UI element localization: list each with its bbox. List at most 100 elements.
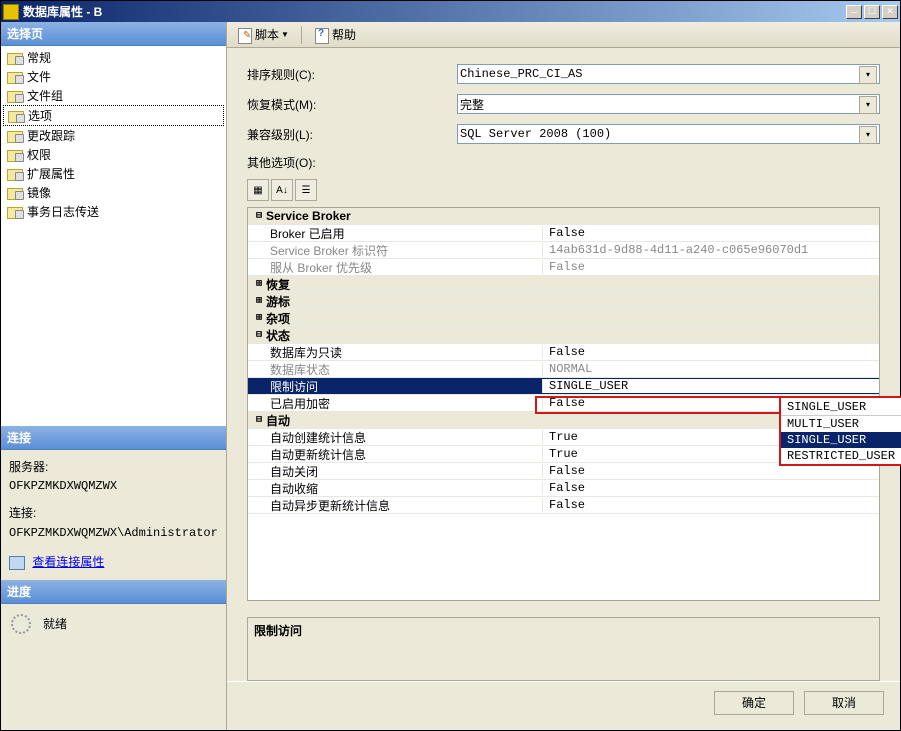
category-service-broker[interactable]: ⊟Service Broker xyxy=(248,208,879,225)
description-title: 限制访问 xyxy=(254,622,873,639)
sidebar-item-label: 选项 xyxy=(28,107,52,124)
other-options-label: 其他选项(O): xyxy=(247,154,880,171)
content-area: 选择页 常规 文件 文件组 选项 更改跟踪 权限 扩展属性 镜像 事务日志传送 … xyxy=(1,22,900,730)
collation-value: Chinese_PRC_CI_AS xyxy=(460,67,582,81)
sidebar-item-label: 常规 xyxy=(27,49,51,66)
expand-icon[interactable]: ⊞ xyxy=(252,312,266,324)
restrict-access-dropdown[interactable]: SINGLE_USER MULTI_USER SINGLE_USER RESTR… xyxy=(779,396,901,466)
dropdown-current[interactable]: SINGLE_USER xyxy=(781,398,901,416)
script-button[interactable]: 脚本 ▼ xyxy=(233,24,293,45)
prop-auto-shrink[interactable]: 自动收缩False xyxy=(248,480,879,497)
prop-broker-id: Service Broker 标识符14ab631d-9d88-4d11-a24… xyxy=(248,242,879,259)
prop-db-state: 数据库状态NORMAL xyxy=(248,361,879,378)
category-state[interactable]: ⊟状态 xyxy=(248,327,879,344)
collapse-icon[interactable]: ⊟ xyxy=(252,329,266,341)
dialog-footer: 确定 取消 xyxy=(227,681,900,723)
expand-icon[interactable]: ⊞ xyxy=(252,278,266,290)
connection-info: 服务器: OFKPZMKDXWQMZWX 连接: OFKPZMKDXWQMZWX… xyxy=(1,450,226,580)
sidebar-item-label: 更改跟踪 xyxy=(27,127,75,144)
prop-honor-priority: 服从 Broker 优先级False xyxy=(248,259,879,276)
server-label: 服务器: xyxy=(9,458,218,477)
progress-header: 进度 xyxy=(1,580,226,604)
spinner-icon xyxy=(11,614,31,634)
sidebar-item-permissions[interactable]: 权限 xyxy=(3,145,224,164)
select-page-header: 选择页 xyxy=(1,22,226,46)
recovery-value: 完整 xyxy=(460,96,484,113)
maximize-button[interactable]: ☐ xyxy=(864,5,880,19)
close-button[interactable]: ✕ xyxy=(882,5,898,19)
sidebar-item-changetracking[interactable]: 更改跟踪 xyxy=(3,126,224,145)
script-icon xyxy=(237,27,253,43)
page-list: 常规 文件 文件组 选项 更改跟踪 权限 扩展属性 镜像 事务日志传送 xyxy=(1,46,226,426)
compat-value: SQL Server 2008 (100) xyxy=(460,127,611,141)
collapse-icon[interactable]: ⊟ xyxy=(252,414,266,426)
compat-select[interactable]: SQL Server 2008 (100) xyxy=(457,124,880,144)
collapse-icon[interactable]: ⊟ xyxy=(252,210,266,222)
connection-value: OFKPZMKDXWQMZWX\Administrator xyxy=(9,524,218,543)
ok-button[interactable]: 确定 xyxy=(714,691,794,715)
categorize-button[interactable]: ▦ xyxy=(247,179,269,201)
help-icon xyxy=(314,27,330,43)
progress-status: 就绪 xyxy=(43,615,67,632)
page-icon xyxy=(7,167,23,181)
recovery-select[interactable]: 完整 xyxy=(457,94,880,114)
script-label: 脚本 xyxy=(255,26,279,43)
progress-body: 就绪 xyxy=(1,604,226,644)
prop-auto-async-stats[interactable]: 自动异步更新统计信息False xyxy=(248,497,879,514)
props-button[interactable]: ☰ xyxy=(295,179,317,201)
window-title: 数据库属性 - B xyxy=(23,3,846,20)
page-icon xyxy=(7,129,23,143)
page-icon xyxy=(7,70,23,84)
dropdown-option-restricted-user[interactable]: RESTRICTED_USER xyxy=(781,448,901,464)
sidebar-item-general[interactable]: 常规 xyxy=(3,48,224,67)
page-icon xyxy=(7,51,23,65)
dropdown-option-single-user[interactable]: SINGLE_USER xyxy=(781,432,901,448)
dialog-window: 数据库属性 - B ─ ☐ ✕ 选择页 常规 文件 文件组 选项 更改跟踪 权限… xyxy=(0,0,901,731)
collation-select[interactable]: Chinese_PRC_CI_AS xyxy=(457,64,880,84)
minimize-button[interactable]: ─ xyxy=(846,5,862,19)
help-label: 帮助 xyxy=(332,26,356,43)
sidebar-item-extendedprops[interactable]: 扩展属性 xyxy=(3,164,224,183)
view-connection-link[interactable]: 查看连接属性 xyxy=(32,555,104,569)
server-value: OFKPZMKDXWQMZWX xyxy=(9,477,218,496)
connection-header: 连接 xyxy=(1,426,226,450)
sidebar-item-label: 镜像 xyxy=(27,184,51,201)
help-button[interactable]: 帮助 xyxy=(310,24,360,45)
expand-icon[interactable]: ⊞ xyxy=(252,295,266,307)
category-misc[interactable]: ⊞杂项 xyxy=(248,310,879,327)
sidebar-item-files[interactable]: 文件 xyxy=(3,67,224,86)
sidebar-item-label: 事务日志传送 xyxy=(27,203,99,220)
sidebar-item-logshipping[interactable]: 事务日志传送 xyxy=(3,202,224,221)
page-icon xyxy=(7,148,23,162)
page-icon xyxy=(7,186,23,200)
grid-toolbar: ▦ A↓ ☰ xyxy=(247,177,880,207)
prop-readonly[interactable]: 数据库为只读False xyxy=(248,344,879,361)
chevron-down-icon: ▼ xyxy=(281,30,289,39)
prop-restrict-access[interactable]: 限制访问SINGLE_USER xyxy=(248,378,879,395)
main-panel: 脚本 ▼ 帮助 排序规则(C): Chinese_PRC_CI_AS 恢复模式(… xyxy=(227,22,900,730)
sidebar-item-label: 文件 xyxy=(27,68,51,85)
connection-label: 连接: xyxy=(9,504,218,523)
collation-label: 排序规则(C): xyxy=(247,66,457,83)
titlebar: 数据库属性 - B ─ ☐ ✕ xyxy=(1,1,900,22)
sidebar-item-label: 扩展属性 xyxy=(27,165,75,182)
sidebar-item-label: 权限 xyxy=(27,146,51,163)
toolbar: 脚本 ▼ 帮助 xyxy=(227,22,900,48)
recovery-label: 恢复模式(M): xyxy=(247,96,457,113)
sidebar: 选择页 常规 文件 文件组 选项 更改跟踪 权限 扩展属性 镜像 事务日志传送 … xyxy=(1,22,227,730)
category-cursor[interactable]: ⊞游标 xyxy=(248,293,879,310)
toolbar-separator xyxy=(301,26,302,44)
cancel-button[interactable]: 取消 xyxy=(804,691,884,715)
sidebar-item-label: 文件组 xyxy=(27,87,63,104)
prop-broker-enabled[interactable]: Broker 已启用False xyxy=(248,225,879,242)
compat-label: 兼容级别(L): xyxy=(247,126,457,143)
sort-az-button[interactable]: A↓ xyxy=(271,179,293,201)
form-area: 排序规则(C): Chinese_PRC_CI_AS 恢复模式(M): 完整 兼… xyxy=(227,48,900,609)
description-panel: 限制访问 xyxy=(247,617,880,681)
page-icon xyxy=(7,89,23,103)
sidebar-item-filegroups[interactable]: 文件组 xyxy=(3,86,224,105)
category-recovery[interactable]: ⊞恢复 xyxy=(248,276,879,293)
sidebar-item-options[interactable]: 选项 xyxy=(3,105,224,126)
sidebar-item-mirroring[interactable]: 镜像 xyxy=(3,183,224,202)
dropdown-option-multi-user[interactable]: MULTI_USER xyxy=(781,416,901,432)
